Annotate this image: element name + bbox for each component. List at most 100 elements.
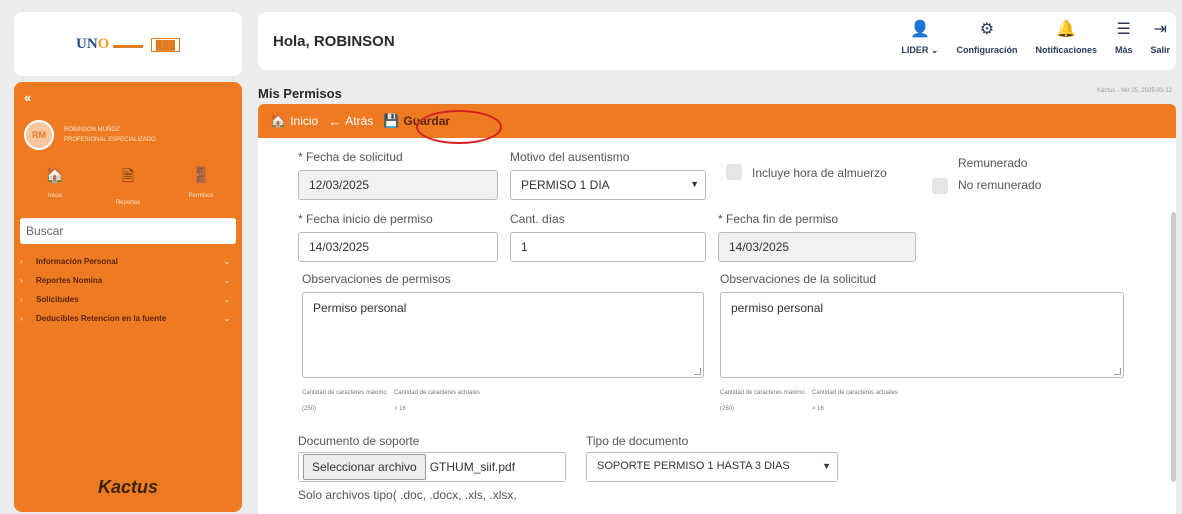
sidebar-item-label: Información Personal xyxy=(36,257,118,266)
home-icon: 🏠 xyxy=(270,113,287,128)
quick-link-permisos[interactable]: 🚪 Permisos xyxy=(166,166,236,209)
sidebar: « RM ROBINSON MUÑOZ PROFESIONAL ESPECIAL… xyxy=(14,82,242,512)
no-remunerado-checkbox[interactable] xyxy=(932,178,948,194)
logout-label: Salir xyxy=(1150,45,1170,55)
motivo-select[interactable]: PERMISO 1 DIA ▼ xyxy=(510,170,706,200)
logo-part-2: O xyxy=(97,35,110,52)
form-panel: 🏠 Inicio ← Atrás 💾 Guardar * Fecha de so… xyxy=(258,104,1176,514)
fecha-solicitud-label: * Fecha de solicitud xyxy=(298,150,403,164)
kactus-logo: Kactus xyxy=(97,477,159,497)
fecha-inicio-label: * Fecha inicio de permiso xyxy=(298,212,433,226)
top-header: Hola, ROBINSON 👤 LIDER ⌄ ⚙ Configuración… xyxy=(258,12,1176,70)
cur-chars-label-2: Cantidad de caracteres actuales xyxy=(812,390,899,396)
role-menu-label: LIDER ⌄ xyxy=(901,45,939,55)
logout-icon: ⇥ xyxy=(1153,21,1167,38)
scrollbar[interactable] xyxy=(1171,212,1176,482)
toolbar: 🏠 Inicio ← Atrás 💾 Guardar xyxy=(258,104,1176,138)
sidebar-item-reportes-nomina[interactable]: › Reportes Nomina ⌄ xyxy=(20,271,236,290)
cur-chars-label: Cantidad de caracteres actuales xyxy=(394,390,481,396)
chevron-down-icon: ⌄ xyxy=(223,257,231,266)
sidebar-search-input[interactable]: Buscar xyxy=(20,218,236,244)
door-icon: 🚪 xyxy=(191,167,211,184)
user-icon: 👤 xyxy=(909,21,930,38)
sidebar-nav: › Información Personal ⌄ › Reportes Nomi… xyxy=(20,252,236,328)
no-remunerado-label: No remunerado xyxy=(958,178,1042,192)
cant-dias-field[interactable]: 1 xyxy=(510,232,706,262)
chevron-down-icon: ▼ xyxy=(690,179,699,189)
cant-dias-label: Cant. días xyxy=(510,212,565,226)
collapse-sidebar-icon[interactable]: « xyxy=(24,90,31,105)
cur-chars-value: > 16 xyxy=(394,406,406,412)
max-chars-label: Cantidad de caracteres máximo xyxy=(302,390,387,396)
chevron-right-icon: › xyxy=(20,314,23,323)
chevron-right-icon: › xyxy=(20,295,23,304)
quick-links: 🏠 Inicio 🗎 Reportes 🚪 Permisos xyxy=(20,166,236,209)
fecha-fin-field[interactable]: 14/03/2025 xyxy=(718,232,916,262)
file-input: Seleccionar archivo GTHUM_siif.pdf xyxy=(298,452,566,482)
bell-icon: 🔔 xyxy=(1056,21,1077,38)
role-menu-button[interactable]: 👤 LIDER ⌄ xyxy=(901,20,938,58)
chevron-down-icon: ⌄ xyxy=(223,314,231,323)
almuerzo-label: Incluye hora de almuerzo xyxy=(752,166,887,180)
obs-solicitud-textarea[interactable]: permiso personal xyxy=(720,292,1124,378)
settings-label: Configuración xyxy=(956,45,1018,55)
home-button[interactable]: 🏠 Inicio xyxy=(270,113,318,129)
permission-form: * Fecha de solicitud 12/03/2025 Motivo d… xyxy=(258,138,1158,514)
select-file-button[interactable]: Seleccionar archivo xyxy=(303,454,426,480)
back-button[interactable]: ← Atrás xyxy=(328,114,373,129)
company-logo: UNO ▬▬▬ ███ xyxy=(14,12,242,76)
tipo-doc-value: SOPORTE PERMISO 1 HASTA 3 DIAS xyxy=(597,460,790,472)
greeting: Hola, ROBINSON xyxy=(273,33,395,50)
arrow-left-icon: ← xyxy=(328,113,342,129)
notifications-label: Notificaciones xyxy=(1035,45,1097,55)
sidebar-item-label: Solicitudes xyxy=(36,295,79,304)
chevron-down-icon: ⌄ xyxy=(223,295,231,304)
remunerado-label: Remunerado xyxy=(958,156,1028,170)
obs-solicitud-label: Observaciones de la solicitud xyxy=(720,272,877,286)
quick-link-inicio[interactable]: 🏠 Inicio xyxy=(20,166,90,209)
chevron-right-icon: › xyxy=(20,276,23,285)
motivo-label: Motivo del ausentismo xyxy=(510,150,630,164)
settings-button[interactable]: ⚙ Configuración xyxy=(956,20,1017,58)
motivo-value: PERMISO 1 DIA xyxy=(521,178,610,192)
cur-chars-value-2: > 16 xyxy=(812,406,824,412)
fecha-solicitud-field[interactable]: 12/03/2025 xyxy=(298,170,498,200)
sidebar-item-informacion-personal[interactable]: › Información Personal ⌄ xyxy=(20,252,236,271)
file-icon: 🗎 xyxy=(121,168,135,185)
more-button[interactable]: ☰ Más xyxy=(1115,20,1133,58)
almuerzo-checkbox[interactable] xyxy=(726,164,742,180)
floppy-disk-icon: 💾 xyxy=(383,113,400,128)
more-label: Más xyxy=(1114,45,1133,55)
sidebar-item-label: Reportes Nomina xyxy=(36,276,103,285)
logo-part-3: ▬▬▬ xyxy=(113,39,144,51)
gear-icon: ⚙ xyxy=(979,21,995,38)
fecha-inicio-field[interactable]: 14/03/2025 xyxy=(298,232,498,262)
quick-link-label: Permisos xyxy=(188,193,214,199)
sidebar-item-label: Deducibles Retencion en la fuente xyxy=(36,314,167,323)
quick-link-label: Inicio xyxy=(47,193,62,199)
layers-icon: ☰ xyxy=(1116,21,1131,38)
notifications-button[interactable]: 🔔 Notificaciones xyxy=(1035,20,1097,58)
home-label: Inicio xyxy=(290,114,319,128)
avatar: RM xyxy=(24,120,54,150)
sidebar-item-solicitudes[interactable]: › Solicitudes ⌄ xyxy=(20,290,236,309)
quick-link-reportes[interactable]: 🗎 Reportes xyxy=(93,166,163,209)
max-chars-value-2: (250) xyxy=(720,406,735,412)
logout-button[interactable]: ⇥ Salir xyxy=(1150,20,1170,58)
logo-part-1: UN xyxy=(76,35,98,52)
sidebar-item-deducibles[interactable]: › Deducibles Retencion en la fuente ⌄ xyxy=(20,309,236,328)
documento-label: Documento de soporte xyxy=(298,434,420,448)
quick-link-label: Reportes xyxy=(115,200,141,206)
fecha-fin-label: * Fecha fin de permiso xyxy=(718,212,839,226)
session-info: Kactus - Ver 25, 2025-03-12 xyxy=(1096,88,1172,94)
user-role: PROFESIONAL ESPECIALIZADO xyxy=(64,137,156,143)
obs-permisos-label: Observaciones de permisos xyxy=(302,272,451,286)
chevron-down-icon: ⌄ xyxy=(223,276,231,285)
chevron-right-icon: › xyxy=(20,257,23,266)
tipo-doc-select[interactable]: SOPORTE PERMISO 1 HASTA 3 DIAS ▼ xyxy=(586,452,838,482)
user-profile: RM ROBINSON MUÑOZ PROFESIONAL ESPECIALIZ… xyxy=(24,120,156,150)
obs-permisos-textarea[interactable]: Permiso personal xyxy=(302,292,704,378)
tipo-doc-label: Tipo de documento xyxy=(586,434,689,448)
max-chars-value: (250) xyxy=(302,406,317,412)
user-name: ROBINSON MUÑOZ xyxy=(64,127,120,133)
